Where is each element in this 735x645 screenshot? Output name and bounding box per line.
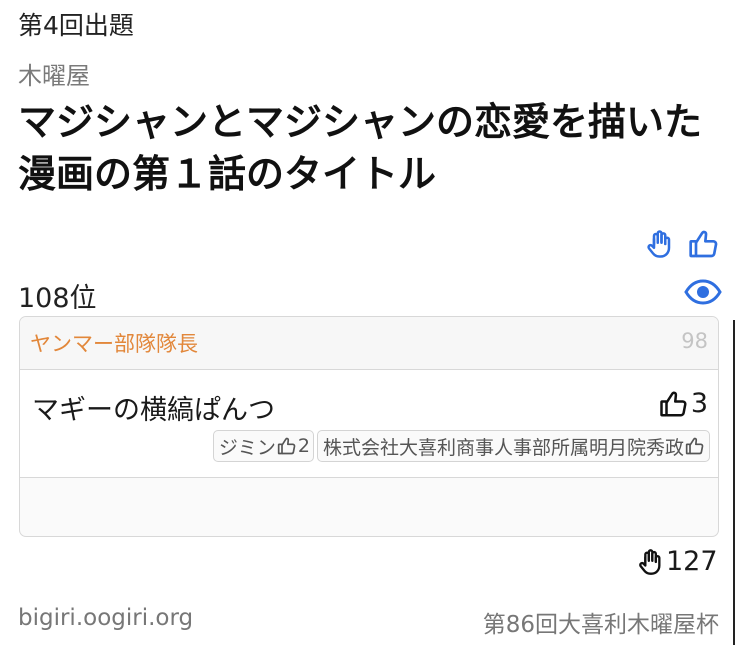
- thumbs-up-icon: [689, 230, 718, 258]
- like-button[interactable]: [688, 228, 720, 260]
- judge-name[interactable]: ヤンマー部隊隊長: [30, 328, 198, 358]
- raise-hand-button[interactable]: [643, 228, 675, 260]
- view-toggle-button[interactable]: [684, 276, 722, 308]
- event-name[interactable]: 第86回大喜利木曜屋杯: [483, 605, 719, 639]
- answer-like-count: 3: [690, 388, 708, 419]
- rank-label: 108位: [18, 283, 97, 314]
- thumbs-up-icon: [277, 437, 296, 455]
- answer-like-button[interactable]: 3: [659, 388, 708, 419]
- raised-hand-icon: [647, 230, 671, 258]
- card-header: ヤンマー部隊隊長 98: [20, 317, 718, 370]
- thumbs-up-icon: [685, 437, 704, 455]
- thumbs-up-icon: [660, 391, 687, 416]
- voter-name: 株式会社大喜利商事人事部所属明月院秀政: [322, 436, 684, 459]
- raise-count: 127: [666, 546, 718, 577]
- site-link[interactable]: bigiri.oogiri.org: [18, 605, 193, 631]
- raise-count-indicator[interactable]: 127: [636, 546, 718, 577]
- voter-chip[interactable]: ジミン 2: [212, 430, 314, 462]
- voter-chip[interactable]: 株式会社大喜利商事人事部所属明月院秀政: [316, 430, 710, 462]
- odai-title: マジシャンとマジシャンの恋愛を描いた漫画の第１話のタイトル: [18, 100, 703, 196]
- round-title: 第4回出題: [18, 11, 134, 40]
- voter-count: 2: [297, 435, 310, 457]
- answer-body: マギーの横縞ぱんつ 3 ジミン 2 株式会社大喜利商事人事部所属明月院秀政: [20, 370, 718, 478]
- judge-score: 98: [681, 329, 708, 353]
- voter-name: ジミン: [218, 436, 276, 459]
- answer-card: ヤンマー部隊隊長 98 マギーの横縞ぱんつ 3 ジミン 2 株式会社大喜利商事人…: [19, 316, 719, 537]
- voter-chips: ジミン 2 株式会社大喜利商事人事部所属明月院秀政: [212, 430, 710, 462]
- eye-icon: [684, 279, 722, 305]
- author-name[interactable]: 木曜屋: [18, 56, 90, 91]
- raised-hand-icon: [639, 548, 661, 575]
- answer-text: マギーの横縞ぱんつ: [32, 395, 275, 426]
